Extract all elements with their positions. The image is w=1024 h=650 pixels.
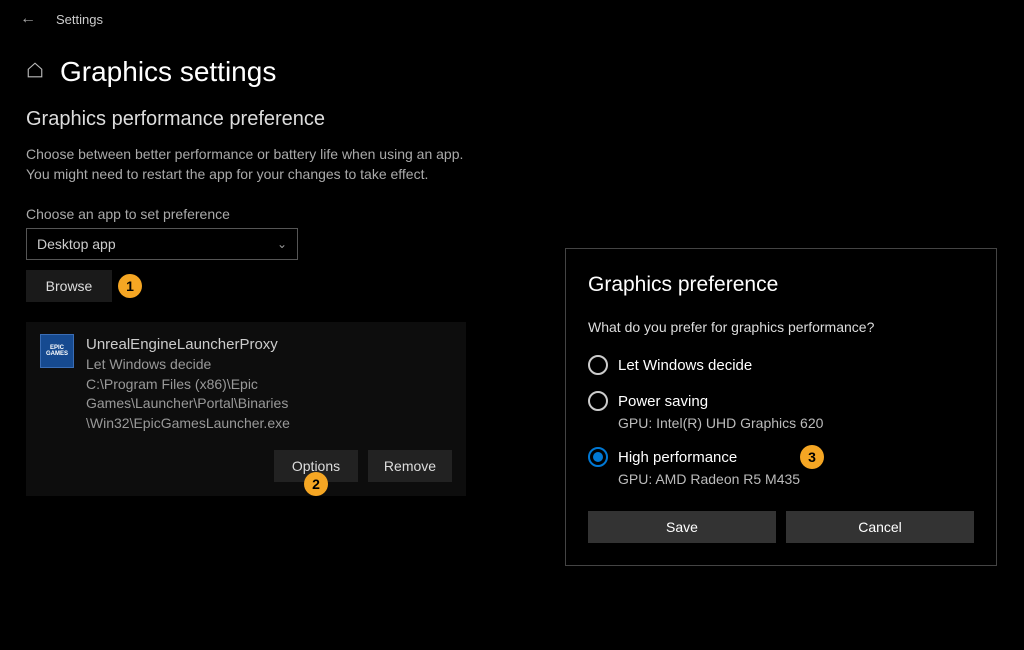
annotation-badge-2: 2	[304, 472, 328, 496]
section-description: Choose between better performance or bat…	[26, 145, 534, 184]
radio-high-performance[interactable]: High performance 3	[588, 443, 974, 471]
graphics-preference-dialog: Graphics preference What do you prefer f…	[565, 248, 997, 566]
remove-button[interactable]: Remove	[368, 450, 452, 482]
annotation-badge-3: 3	[800, 445, 824, 469]
browse-button[interactable]: Browse	[26, 270, 112, 302]
dialog-question: What do you prefer for graphics performa…	[588, 319, 974, 335]
dropdown-value: Desktop app	[37, 236, 116, 252]
app-type-dropdown[interactable]: Desktop app ⌄	[26, 228, 298, 260]
back-arrow-icon[interactable]: ←	[20, 10, 36, 28]
page-title: Graphics settings	[60, 56, 276, 88]
topbar-title: Settings	[56, 12, 103, 27]
app-card: EPIC GAMES UnrealEngineLauncherProxy Let…	[26, 322, 466, 495]
radio-circle-icon	[588, 391, 608, 411]
radio-power-saving[interactable]: Power saving	[588, 387, 974, 415]
radio-circle-icon	[588, 355, 608, 375]
options-button[interactable]: Options 2	[274, 450, 358, 482]
save-button[interactable]: Save	[588, 511, 776, 543]
app-pref: Let Windows decide	[86, 355, 452, 375]
cancel-button[interactable]: Cancel	[786, 511, 974, 543]
home-icon[interactable]	[26, 61, 44, 84]
chevron-down-icon: ⌄	[277, 237, 287, 251]
radio-let-windows-decide[interactable]: Let Windows decide	[588, 351, 974, 379]
dialog-title: Graphics preference	[588, 273, 974, 297]
power-saving-gpu: GPU: Intel(R) UHD Graphics 620	[618, 415, 974, 431]
choose-app-label: Choose an app to set preference	[26, 206, 534, 222]
app-icon: EPIC GAMES	[40, 334, 74, 368]
app-path-line2: \Win32\EpicGamesLauncher.exe	[86, 414, 452, 434]
app-name: UnrealEngineLauncherProxy	[86, 334, 452, 355]
high-performance-gpu: GPU: AMD Radeon R5 M435	[618, 471, 974, 487]
app-path-line1: C:\Program Files (x86)\Epic Games\Launch…	[86, 375, 452, 414]
section-title: Graphics performance preference	[26, 108, 534, 131]
annotation-badge-1: 1	[118, 274, 142, 298]
radio-circle-checked-icon	[588, 447, 608, 467]
